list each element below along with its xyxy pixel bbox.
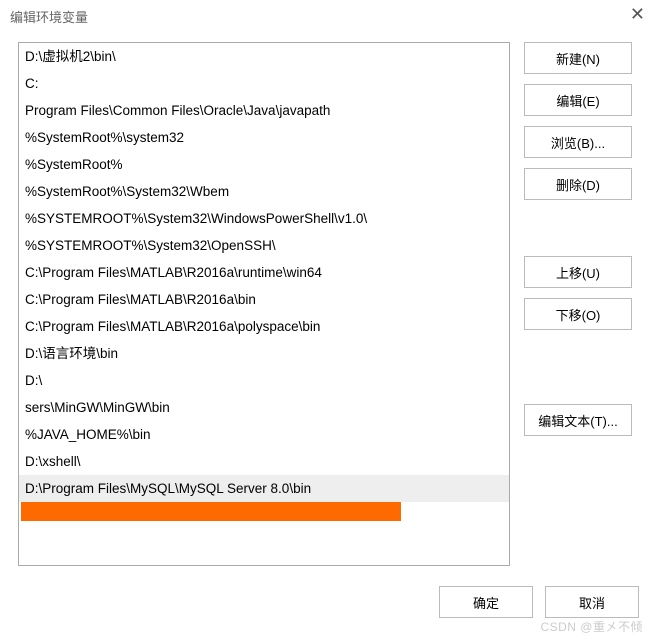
list-item[interactable]: C:\Program Files\MATLAB\R2016a\runtime\w… xyxy=(19,259,509,286)
path-list[interactable]: D:\虚拟机2\bin\ C: Program Files\Common Fil… xyxy=(18,42,510,566)
bottom-bar: 确定 取消 xyxy=(0,574,657,618)
list-item[interactable]: C:\Program Files\MATLAB\R2016a\polyspace… xyxy=(19,313,509,340)
move-down-button[interactable]: 下移(O) xyxy=(524,298,632,330)
spacer xyxy=(524,210,632,246)
new-button[interactable]: 新建(N) xyxy=(524,42,632,74)
list-item-selected[interactable]: D:\Program Files\MySQL\MySQL Server 8.0\… xyxy=(19,475,509,502)
edit-button[interactable]: 编辑(E) xyxy=(524,84,632,116)
edit-text-button[interactable]: 编辑文本(T)... xyxy=(524,404,632,436)
close-icon[interactable]: ✕ xyxy=(630,4,645,25)
spacer xyxy=(524,340,632,394)
list-item[interactable]: C: xyxy=(19,70,509,97)
list-item[interactable]: %SystemRoot%\System32\Wbem xyxy=(19,178,509,205)
list-item[interactable]: %SYSTEMROOT%\System32\OpenSSH\ xyxy=(19,232,509,259)
browse-button[interactable]: 浏览(B)... xyxy=(524,126,632,158)
window-title: 编辑环境变量 xyxy=(10,7,88,26)
list-item[interactable]: D:\ xyxy=(19,367,509,394)
list-item[interactable]: %SystemRoot%\system32 xyxy=(19,124,509,151)
list-item[interactable]: D:\语言环境\bin xyxy=(19,340,509,367)
list-item[interactable]: %SYSTEMROOT%\System32\WindowsPowerShell\… xyxy=(19,205,509,232)
list-item[interactable]: %JAVA_HOME%\bin xyxy=(19,421,509,448)
move-up-button[interactable]: 上移(U) xyxy=(524,256,632,288)
list-item[interactable]: D:\虚拟机2\bin\ xyxy=(19,43,509,70)
title-bar: 编辑环境变量 ✕ xyxy=(0,0,657,32)
cancel-button[interactable]: 取消 xyxy=(545,586,639,618)
list-item[interactable]: %SystemRoot% xyxy=(19,151,509,178)
list-item[interactable]: sers\MinGW\MinGW\bin xyxy=(19,394,509,421)
highlight-marker xyxy=(21,502,401,521)
watermark: CSDN @重㐅不倾 xyxy=(540,618,643,635)
side-buttons: 新建(N) 编辑(E) 浏览(B)... 删除(D) 上移(U) 下移(O) 编… xyxy=(524,42,632,566)
ok-button[interactable]: 确定 xyxy=(439,586,533,618)
delete-button[interactable]: 删除(D) xyxy=(524,168,632,200)
list-item[interactable]: D:\xshell\ xyxy=(19,448,509,475)
dialog-content: D:\虚拟机2\bin\ C: Program Files\Common Fil… xyxy=(0,32,657,574)
list-item[interactable]: Program Files\Common Files\Oracle\Java\j… xyxy=(19,97,509,124)
list-item[interactable]: C:\Program Files\MATLAB\R2016a\bin xyxy=(19,286,509,313)
